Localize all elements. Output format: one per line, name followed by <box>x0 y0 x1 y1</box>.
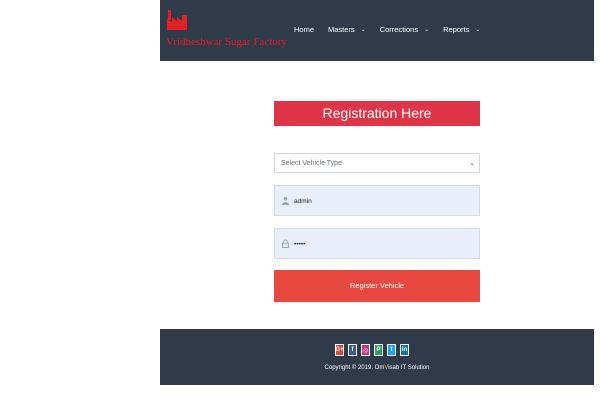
nav-corrections[interactable]: Corrections ⌄ <box>380 25 429 34</box>
nav-home-label: Home <box>294 25 315 34</box>
factory-icon <box>167 10 187 30</box>
brand[interactable]: Vridheshwar Sugar Factory <box>166 9 287 53</box>
chevron-down-icon: ⌄ <box>360 27 366 33</box>
user-icon <box>281 196 290 205</box>
nav-reports-label: Reports <box>443 25 470 34</box>
copyright-prefix: Copyright © 2019. Om <box>324 365 385 371</box>
linkedin-icon[interactable]: in <box>400 344 409 356</box>
chevron-down-icon: ⌄ <box>469 160 475 167</box>
password-field[interactable]: ••••• <box>274 228 480 259</box>
main-nav: Home Masters ⌄ Corrections ⌄ Reports ⌄ <box>294 25 494 34</box>
form-title: Registration Here <box>274 101 480 126</box>
vehicle-type-select[interactable]: Select Vehicle Type ⌄ <box>274 153 480 173</box>
copyright-suffix: isab IT Solution <box>388 365 430 371</box>
brand-name: Vridheshwar Sugar Factory <box>166 36 287 48</box>
username-value: admin <box>294 198 312 205</box>
footer: G+ f ◎ Pt in Copyright © 2019. OmVisab IT So… <box>160 329 594 385</box>
password-value: ••••• <box>294 241 306 248</box>
social-links: G+ f ◎ Pt in <box>335 344 409 356</box>
pinterest-icon[interactable]: P <box>374 344 383 356</box>
nav-masters-label: Masters <box>328 25 355 34</box>
nav-corrections-label: Corrections <box>379 25 419 34</box>
vehicle-type-placeholder: Select Vehicle Type <box>281 160 342 167</box>
chevron-down-icon: ⌄ <box>475 27 481 33</box>
lock-icon <box>281 239 290 248</box>
google-plus-icon[interactable]: G+ <box>335 344 344 356</box>
nav-home[interactable]: Home <box>294 25 314 34</box>
copyright: Copyright © 2019. OmVisab IT Solution <box>160 365 594 371</box>
register-vehicle-button[interactable]: Register Vehicle <box>274 270 480 302</box>
nav-reports[interactable]: Reports ⌄ <box>443 25 480 34</box>
nav-masters[interactable]: Masters ⌄ <box>328 25 366 34</box>
facebook-icon[interactable]: f <box>348 344 357 356</box>
top-navbar: Vridheshwar Sugar Factory Home Masters ⌄… <box>160 0 594 61</box>
twitter-icon[interactable]: t <box>387 344 396 356</box>
chevron-down-icon: ⌄ <box>424 27 430 33</box>
instagram-icon[interactable]: ◎ <box>361 344 370 356</box>
username-field[interactable]: admin <box>274 185 480 216</box>
